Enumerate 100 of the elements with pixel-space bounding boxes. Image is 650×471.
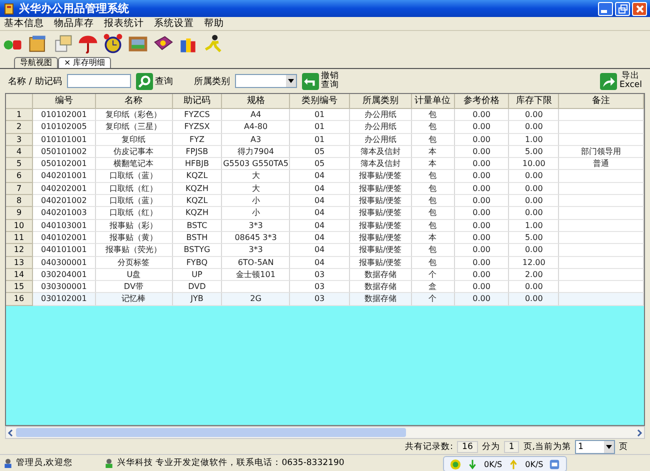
row-number: 1 [6, 109, 33, 122]
table-cell: 0.00 [524, 294, 543, 304]
table-row[interactable]: 3 010101001 复印纸 FYZ A3 01 办公用纸 包 0.00 1.00 [6, 134, 644, 146]
table-cell: 12.00 [522, 258, 546, 267]
table-row[interactable]: 11 040102001 报事贴（黄） BSTH 08645 3*3 04 报事贴/便签 本 0.00 5.00 [6, 232, 644, 244]
table-cell: 报事贴/便签 [359, 171, 402, 180]
column-header[interactable]: 助记码 [172, 94, 222, 109]
row-number: 16 [6, 293, 33, 306]
menu-item[interactable]: 系统设置 [154, 17, 194, 30]
table-row[interactable]: 9 040201003 口取纸（红） KQZH 小 04 报事贴/便签 包 0.00 0.00 [6, 207, 644, 220]
table-row[interactable]: 12 040101001 报事贴（荧光） BSTYG 3*3 04 报事贴/便签 包 0.00 0.00 [6, 244, 644, 257]
table-cell: 01 [314, 122, 325, 132]
column-header[interactable]: 所属类别 [350, 94, 412, 109]
column-header[interactable]: 备注 [559, 94, 644, 109]
export-excel-button[interactable]: 导出 Excel [600, 72, 642, 90]
table-row[interactable]: 16 030102001 记忆棒 JYB 2G 03 数据存储 个 0.00 0.00 [6, 293, 644, 306]
page-dropdown[interactable]: 1 [575, 440, 615, 454]
reset-query-button[interactable]: 撤销 查询 [302, 72, 339, 90]
column-header[interactable]: 类别编号 [290, 94, 350, 109]
table-row[interactable]: 10 040103001 报事贴（彩） BSTC 3*3 04 报事贴/便签 包 0.00 1.00 [6, 220, 644, 232]
table-cell: 金士顿101 [236, 270, 276, 279]
table-cell: 口取纸（红） [110, 184, 158, 193]
scrollbar-thumb[interactable] [16, 428, 406, 437]
column-header[interactable]: 名称 [96, 94, 173, 109]
umbrella-icon[interactable] [77, 33, 99, 55]
table-row[interactable]: 14 030204001 U盘 UP 金士顿101 03 数据存储 个 0.00 2.00 [6, 268, 644, 282]
table-cell: 报事贴/便签 [359, 220, 402, 230]
table-cell: 04 [314, 258, 325, 267]
table-row[interactable]: 6 040201001 口取纸（蓝） KQZL 大 04 报事贴/便签 包 0.00 0.00 [6, 170, 644, 183]
table-cell: 0.00 [524, 282, 543, 292]
column-header[interactable]: 规格 [222, 94, 290, 109]
row-number: 2 [6, 121, 33, 134]
horizontal-scrollbar[interactable] [5, 426, 645, 439]
table-row[interactable]: 4 050101002 仿皮记事本 FPJSB 得力7904 05 簿本及信封 本 0.00 5.00 部门领导用 [6, 146, 644, 158]
table-cell: 个 [428, 270, 437, 279]
row-number: 14 [6, 268, 33, 282]
table-row[interactable]: 7 040202001 口取纸（红） KQZH 大 04 报事贴/便签 包 0.00 0.00 [6, 182, 644, 196]
table-row[interactable]: 5 050102001 横翻笔记本 HFBJB G5503 G550TA5 05 簿本及信封 本 0.00 10.00 普通 [6, 158, 644, 170]
app-icon [3, 2, 15, 14]
table-row[interactable]: 1 010102001 复印纸（彩色） FYZCS A4 01 办公用纸 包 0.00 0.00 [6, 109, 644, 122]
table-cell: 报事贴（彩） [110, 220, 158, 230]
minimize-button[interactable] [598, 2, 613, 16]
column-header[interactable]: 编号 [33, 94, 96, 109]
close-button[interactable] [632, 2, 647, 16]
tab[interactable]: 导航视图 [14, 57, 58, 68]
tab[interactable]: × 库存明细 [58, 57, 112, 68]
corner-cell [6, 94, 33, 109]
table-cell: 报事贴/便签 [359, 258, 402, 267]
table-cell: 口取纸（蓝） [110, 171, 158, 180]
table-cell: 04 [314, 208, 325, 218]
menu-item[interactable]: 报表统计 [104, 17, 144, 30]
documents-icon[interactable] [52, 33, 74, 55]
table-cell: 报事贴/便签 [359, 245, 402, 254]
total-count: 16 [457, 440, 478, 452]
menu-item[interactable]: 基本信息 [4, 17, 44, 30]
column-header[interactable]: 计量单位 [412, 94, 455, 109]
table-cell: 08645 3*3 [234, 232, 277, 242]
table-cell: 盒 [428, 282, 437, 292]
alarm-clock-icon[interactable] [102, 33, 124, 55]
table-cell: KQZH [185, 184, 208, 193]
table-cell: 03 [314, 270, 325, 279]
table-cell: 包 [428, 208, 437, 218]
table-cell: A4-80 [244, 122, 268, 132]
close-icon [634, 4, 644, 14]
table-row[interactable]: 2 010102005 复印纸（三星） FYZSX A4-80 01 办公用纸 包 0.00 0.00 [6, 121, 644, 134]
row-number: 8 [6, 195, 33, 208]
restore-button[interactable] [615, 2, 630, 16]
table-cell: 10.00 [522, 159, 546, 168]
row-number: 11 [6, 232, 33, 244]
table-cell: 记忆棒 [122, 294, 146, 304]
page-count: 1 [504, 440, 520, 452]
table-cell: FYZSX [184, 122, 210, 132]
name-field[interactable] [66, 74, 131, 88]
table-cell: 2.00 [524, 270, 543, 279]
query-button[interactable]: 查询 [136, 72, 173, 90]
table-cell: 报事贴（黄） [110, 232, 158, 242]
menu-item[interactable]: 帮助 [204, 17, 224, 30]
table-cell: 040103001 [40, 220, 87, 230]
table-cell: 得力7904 [238, 146, 274, 156]
table-cell: G5503 G550TA5 [223, 159, 288, 168]
running-figure-icon[interactable] [202, 33, 224, 55]
table-cell: 0.00 [472, 282, 490, 292]
column-header[interactable]: 库存下限 [509, 94, 560, 109]
table-row[interactable]: 13 040300001 分页标签 FYBQ 6TO-5AN 04 报事贴/便签 包 0.00 12.00 [6, 256, 644, 269]
table-row[interactable]: 8 040201002 口取纸（蓝） KQZL 小 04 报事贴/便签 包 0.00 0.00 [6, 195, 644, 208]
table-cell: 办公用纸 [364, 110, 396, 119]
table-cell: 0.00 [524, 184, 543, 193]
table-cell: 0.00 [472, 146, 490, 156]
window-icon [549, 458, 560, 470]
company-text: 兴华科技 专业开发定做软件，联系电话：0635-8332190 [117, 457, 344, 469]
table-cell: 仿皮记事本 [114, 146, 154, 156]
table-cell: 0.00 [524, 171, 543, 180]
table-cell: 0.00 [472, 220, 490, 230]
table-cell: 0.00 [472, 232, 490, 242]
table-cell: JYB [190, 294, 204, 304]
table-cell: 010102005 [40, 122, 87, 132]
search-icon [136, 72, 153, 90]
menu-item[interactable]: 物品库存 [54, 17, 94, 30]
column-header[interactable]: 参考价格 [454, 94, 510, 109]
table-cell: 口取纸（红） [110, 208, 158, 218]
